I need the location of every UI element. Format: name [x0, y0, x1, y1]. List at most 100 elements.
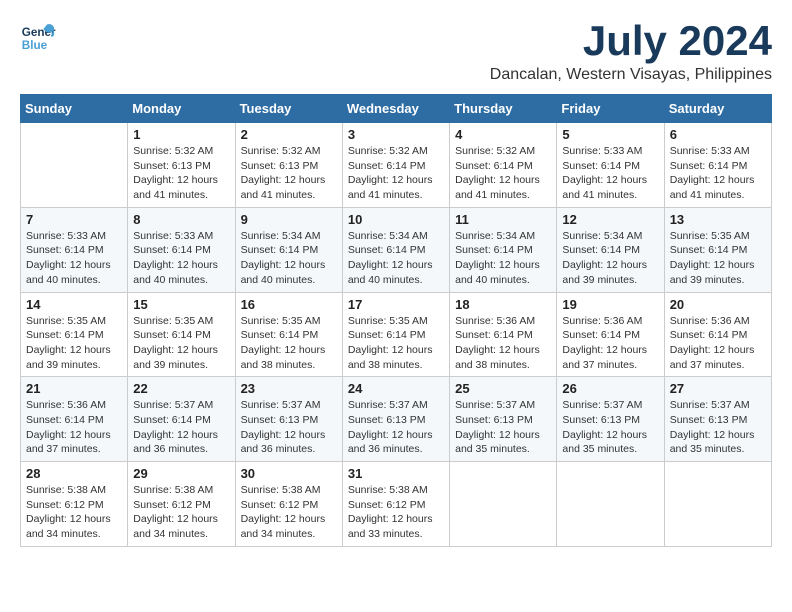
day-number: 18 — [455, 297, 551, 312]
calendar-week-row: 1 Sunrise: 5:32 AMSunset: 6:13 PMDayligh… — [21, 123, 772, 208]
day-number: 21 — [26, 381, 122, 396]
cell-info: Sunrise: 5:32 AMSunset: 6:13 PMDaylight:… — [241, 145, 326, 201]
day-number: 7 — [26, 212, 122, 227]
calendar-cell: 8 Sunrise: 5:33 AMSunset: 6:14 PMDayligh… — [128, 207, 235, 292]
calendar-cell: 27 Sunrise: 5:37 AMSunset: 6:13 PMDaylig… — [664, 377, 771, 462]
header-wednesday: Wednesday — [342, 95, 449, 123]
calendar-cell — [21, 123, 128, 208]
calendar-cell — [664, 462, 771, 547]
header-saturday: Saturday — [664, 95, 771, 123]
day-number: 2 — [241, 127, 337, 142]
calendar-cell — [557, 462, 664, 547]
calendar-cell: 2 Sunrise: 5:32 AMSunset: 6:13 PMDayligh… — [235, 123, 342, 208]
cell-info: Sunrise: 5:34 AMSunset: 6:14 PMDaylight:… — [241, 230, 326, 286]
calendar-cell: 23 Sunrise: 5:37 AMSunset: 6:13 PMDaylig… — [235, 377, 342, 462]
day-number: 26 — [562, 381, 658, 396]
cell-info: Sunrise: 5:38 AMSunset: 6:12 PMDaylight:… — [26, 484, 111, 540]
calendar-cell: 6 Sunrise: 5:33 AMSunset: 6:14 PMDayligh… — [664, 123, 771, 208]
calendar-cell: 3 Sunrise: 5:32 AMSunset: 6:14 PMDayligh… — [342, 123, 449, 208]
cell-info: Sunrise: 5:33 AMSunset: 6:14 PMDaylight:… — [670, 145, 755, 201]
day-number: 25 — [455, 381, 551, 396]
calendar-cell: 16 Sunrise: 5:35 AMSunset: 6:14 PMDaylig… — [235, 292, 342, 377]
cell-info: Sunrise: 5:37 AMSunset: 6:13 PMDaylight:… — [455, 399, 540, 455]
cell-info: Sunrise: 5:36 AMSunset: 6:14 PMDaylight:… — [670, 315, 755, 371]
calendar-cell: 29 Sunrise: 5:38 AMSunset: 6:12 PMDaylig… — [128, 462, 235, 547]
cell-info: Sunrise: 5:35 AMSunset: 6:14 PMDaylight:… — [670, 230, 755, 286]
cell-info: Sunrise: 5:36 AMSunset: 6:14 PMDaylight:… — [26, 399, 111, 455]
calendar-cell: 15 Sunrise: 5:35 AMSunset: 6:14 PMDaylig… — [128, 292, 235, 377]
header-thursday: Thursday — [450, 95, 557, 123]
logo: General Blue — [20, 20, 56, 56]
day-number: 27 — [670, 381, 766, 396]
day-number: 24 — [348, 381, 444, 396]
day-number: 5 — [562, 127, 658, 142]
calendar-cell: 30 Sunrise: 5:38 AMSunset: 6:12 PMDaylig… — [235, 462, 342, 547]
cell-info: Sunrise: 5:37 AMSunset: 6:13 PMDaylight:… — [348, 399, 433, 455]
location-title: Dancalan, Western Visayas, Philippines — [490, 66, 772, 84]
cell-info: Sunrise: 5:34 AMSunset: 6:14 PMDaylight:… — [348, 230, 433, 286]
cell-info: Sunrise: 5:35 AMSunset: 6:14 PMDaylight:… — [26, 315, 111, 371]
cell-info: Sunrise: 5:32 AMSunset: 6:14 PMDaylight:… — [455, 145, 540, 201]
calendar-cell: 11 Sunrise: 5:34 AMSunset: 6:14 PMDaylig… — [450, 207, 557, 292]
cell-info: Sunrise: 5:34 AMSunset: 6:14 PMDaylight:… — [455, 230, 540, 286]
calendar-table: SundayMondayTuesdayWednesdayThursdayFrid… — [20, 94, 772, 547]
day-number: 3 — [348, 127, 444, 142]
calendar-header-row: SundayMondayTuesdayWednesdayThursdayFrid… — [21, 95, 772, 123]
day-number: 9 — [241, 212, 337, 227]
calendar-cell: 17 Sunrise: 5:35 AMSunset: 6:14 PMDaylig… — [342, 292, 449, 377]
month-title: July 2024 — [490, 20, 772, 62]
cell-info: Sunrise: 5:35 AMSunset: 6:14 PMDaylight:… — [348, 315, 433, 371]
calendar-cell: 28 Sunrise: 5:38 AMSunset: 6:12 PMDaylig… — [21, 462, 128, 547]
cell-info: Sunrise: 5:37 AMSunset: 6:13 PMDaylight:… — [562, 399, 647, 455]
calendar-cell: 22 Sunrise: 5:37 AMSunset: 6:14 PMDaylig… — [128, 377, 235, 462]
svg-text:Blue: Blue — [22, 39, 48, 52]
header-friday: Friday — [557, 95, 664, 123]
day-number: 20 — [670, 297, 766, 312]
calendar-cell: 20 Sunrise: 5:36 AMSunset: 6:14 PMDaylig… — [664, 292, 771, 377]
day-number: 11 — [455, 212, 551, 227]
calendar-cell: 1 Sunrise: 5:32 AMSunset: 6:13 PMDayligh… — [128, 123, 235, 208]
calendar-cell: 13 Sunrise: 5:35 AMSunset: 6:14 PMDaylig… — [664, 207, 771, 292]
calendar-cell: 7 Sunrise: 5:33 AMSunset: 6:14 PMDayligh… — [21, 207, 128, 292]
header-sunday: Sunday — [21, 95, 128, 123]
day-number: 22 — [133, 381, 229, 396]
cell-info: Sunrise: 5:37 AMSunset: 6:13 PMDaylight:… — [670, 399, 755, 455]
calendar-cell — [450, 462, 557, 547]
day-number: 31 — [348, 466, 444, 481]
header-tuesday: Tuesday — [235, 95, 342, 123]
calendar-cell: 26 Sunrise: 5:37 AMSunset: 6:13 PMDaylig… — [557, 377, 664, 462]
calendar-cell: 10 Sunrise: 5:34 AMSunset: 6:14 PMDaylig… — [342, 207, 449, 292]
cell-info: Sunrise: 5:36 AMSunset: 6:14 PMDaylight:… — [562, 315, 647, 371]
day-number: 13 — [670, 212, 766, 227]
calendar-week-row: 14 Sunrise: 5:35 AMSunset: 6:14 PMDaylig… — [21, 292, 772, 377]
cell-info: Sunrise: 5:38 AMSunset: 6:12 PMDaylight:… — [133, 484, 218, 540]
cell-info: Sunrise: 5:37 AMSunset: 6:13 PMDaylight:… — [241, 399, 326, 455]
day-number: 30 — [241, 466, 337, 481]
calendar-cell: 19 Sunrise: 5:36 AMSunset: 6:14 PMDaylig… — [557, 292, 664, 377]
day-number: 17 — [348, 297, 444, 312]
calendar-cell: 25 Sunrise: 5:37 AMSunset: 6:13 PMDaylig… — [450, 377, 557, 462]
calendar-cell: 4 Sunrise: 5:32 AMSunset: 6:14 PMDayligh… — [450, 123, 557, 208]
calendar-week-row: 7 Sunrise: 5:33 AMSunset: 6:14 PMDayligh… — [21, 207, 772, 292]
day-number: 15 — [133, 297, 229, 312]
page-header: General Blue July 2024 Dancalan, Western… — [20, 20, 772, 84]
day-number: 1 — [133, 127, 229, 142]
day-number: 28 — [26, 466, 122, 481]
calendar-cell: 24 Sunrise: 5:37 AMSunset: 6:13 PMDaylig… — [342, 377, 449, 462]
cell-info: Sunrise: 5:34 AMSunset: 6:14 PMDaylight:… — [562, 230, 647, 286]
cell-info: Sunrise: 5:38 AMSunset: 6:12 PMDaylight:… — [241, 484, 326, 540]
day-number: 8 — [133, 212, 229, 227]
cell-info: Sunrise: 5:33 AMSunset: 6:14 PMDaylight:… — [562, 145, 647, 201]
cell-info: Sunrise: 5:32 AMSunset: 6:14 PMDaylight:… — [348, 145, 433, 201]
calendar-cell: 12 Sunrise: 5:34 AMSunset: 6:14 PMDaylig… — [557, 207, 664, 292]
cell-info: Sunrise: 5:33 AMSunset: 6:14 PMDaylight:… — [26, 230, 111, 286]
day-number: 23 — [241, 381, 337, 396]
day-number: 12 — [562, 212, 658, 227]
cell-info: Sunrise: 5:37 AMSunset: 6:14 PMDaylight:… — [133, 399, 218, 455]
calendar-cell: 18 Sunrise: 5:36 AMSunset: 6:14 PMDaylig… — [450, 292, 557, 377]
calendar-cell: 21 Sunrise: 5:36 AMSunset: 6:14 PMDaylig… — [21, 377, 128, 462]
calendar-cell: 31 Sunrise: 5:38 AMSunset: 6:12 PMDaylig… — [342, 462, 449, 547]
calendar-cell: 9 Sunrise: 5:34 AMSunset: 6:14 PMDayligh… — [235, 207, 342, 292]
cell-info: Sunrise: 5:32 AMSunset: 6:13 PMDaylight:… — [133, 145, 218, 201]
calendar-week-row: 28 Sunrise: 5:38 AMSunset: 6:12 PMDaylig… — [21, 462, 772, 547]
